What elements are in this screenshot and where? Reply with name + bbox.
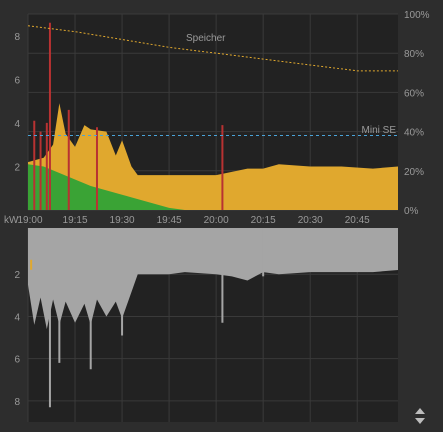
top-x-tick-5: 20:15 xyxy=(251,215,276,226)
top-x-tick-6: 20:30 xyxy=(298,215,323,226)
top-y2-tick-3: 60% xyxy=(404,88,424,99)
top-y2-tick-5: 100% xyxy=(404,10,430,21)
top-y-tick-3: 8 xyxy=(14,32,20,43)
bottom-y-tick-0: 2 xyxy=(14,270,20,281)
top-x-tick-7: 20:45 xyxy=(345,215,370,226)
mini-se-annotation: Mini SE xyxy=(362,125,397,136)
top-x-tick-4: 20:00 xyxy=(204,215,229,226)
top-y-axis-label: kW xyxy=(4,215,19,226)
top-y-tick-0: 2 xyxy=(14,162,20,173)
top-y2-tick-2: 40% xyxy=(404,128,424,139)
top-y2-tick-4: 80% xyxy=(404,49,424,60)
top-y2-tick-0: 0% xyxy=(404,206,419,217)
bottom-y-tick-1: 4 xyxy=(14,312,20,323)
scroll-updown-icon[interactable] xyxy=(410,406,430,426)
top-x-tick-0: 19:00 xyxy=(17,215,42,226)
top-y-tick-1: 4 xyxy=(14,119,20,130)
energy-chart-widget: Speicher Mini SE 2 4 6 8 0% 20% 40% 60% 80% 100% 19:… xyxy=(0,0,443,432)
top-x-tick-2: 19:30 xyxy=(110,215,135,226)
bottom-y-tick-3: 8 xyxy=(14,397,20,408)
chart-canvas: SpeicherMini SE24680%20%40%60%80%100%19:… xyxy=(4,10,430,422)
top-x-tick-3: 19:45 xyxy=(157,215,182,226)
top-x-tick-1: 19:15 xyxy=(63,215,88,226)
top-y-tick-2: 6 xyxy=(14,75,20,86)
speicher-annotation: Speicher xyxy=(186,33,226,44)
bottom-y-tick-2: 6 xyxy=(14,355,20,366)
top-y2-tick-1: 20% xyxy=(404,167,424,178)
